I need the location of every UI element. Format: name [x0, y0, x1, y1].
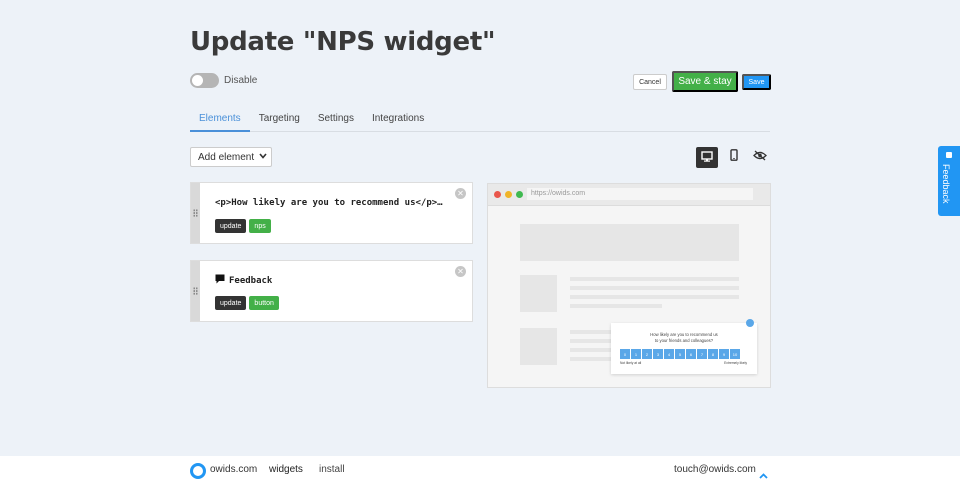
disable-toggle-row: Disable — [190, 73, 257, 88]
element-tags: update button — [215, 296, 282, 310]
disable-toggle[interactable] — [190, 73, 219, 88]
placeholder-line — [570, 286, 739, 290]
nps-score: 5 — [675, 349, 685, 359]
nps-score: 7 — [697, 349, 707, 359]
tag-update: update — [215, 296, 247, 310]
add-element-dropdown[interactable]: Add element — [190, 147, 272, 167]
placeholder-banner — [520, 224, 739, 261]
window-minimize-dot — [505, 191, 512, 198]
tab-elements[interactable]: Elements — [190, 108, 250, 132]
tag-update: update — [215, 219, 247, 233]
nps-score: 1 — [631, 349, 641, 359]
element-title-row: Feedback — [215, 274, 272, 287]
tab-bar: Elements Targeting Settings Integrations — [190, 108, 770, 132]
website-preview: https://owids.com How likely are you to … — [487, 183, 771, 388]
mobile-icon — [730, 148, 738, 166]
window-maximize-dot — [516, 191, 523, 198]
tab-settings[interactable]: Settings — [309, 108, 363, 132]
close-icon[interactable]: ✕ — [455, 188, 466, 199]
tab-targeting[interactable]: Targeting — [250, 108, 309, 132]
placeholder-image — [520, 328, 557, 365]
placeholder-line — [570, 277, 739, 281]
placeholder-line — [570, 339, 615, 343]
tag-type: button — [249, 296, 279, 310]
nps-scale: 0 1 2 3 4 5 6 7 8 9 10 — [620, 349, 741, 359]
close-icon[interactable]: ✕ — [455, 266, 466, 277]
nps-left-label: Not likely at all — [620, 361, 642, 365]
placeholder-image — [520, 275, 557, 312]
nps-score: 0 — [620, 349, 630, 359]
nps-score: 8 — [708, 349, 718, 359]
nps-score: 6 — [686, 349, 696, 359]
mobile-view-button[interactable] — [725, 148, 743, 166]
element-title: Feedback — [229, 276, 273, 286]
grip-icon — [193, 287, 198, 295]
chevron-up-icon[interactable] — [759, 466, 768, 484]
message-icon — [215, 274, 225, 287]
nps-question-line: to your friends and colleagues? — [654, 338, 714, 343]
nps-widget-preview: How likely are you to recommend us to yo… — [611, 319, 757, 374]
element-tags: update nps — [215, 219, 274, 233]
eye-off-icon — [753, 148, 767, 166]
grip-icon — [193, 209, 198, 217]
desktop-icon — [701, 149, 713, 167]
toggle-knob — [192, 75, 203, 86]
footer-brand[interactable]: owids.com — [210, 464, 257, 475]
chevron-down-icon — [259, 153, 267, 161]
window-close-dot — [494, 191, 501, 198]
placeholder-line — [570, 348, 615, 352]
desktop-view-button[interactable] — [696, 147, 718, 168]
hide-preview-button[interactable] — [751, 148, 769, 166]
tab-integrations[interactable]: Integrations — [363, 108, 433, 132]
element-card-feedback[interactable]: ✕ Feedback update button — [190, 260, 473, 322]
element-card-nps[interactable]: ✕ <p>How likely are you to recommend us<… — [190, 182, 473, 244]
placeholder-line — [570, 357, 615, 361]
page-title: Update "NPS widget" — [190, 27, 496, 57]
add-element-label: Add element — [198, 151, 255, 163]
tag-type: nps — [249, 219, 271, 233]
close-icon — [746, 319, 754, 327]
nps-score: 10 — [730, 349, 740, 359]
nps-question: How likely are you to recommend us to yo… — [611, 332, 757, 344]
browser-bar: https://owids.com — [488, 184, 770, 206]
feedback-tab[interactable]: Feedback — [938, 146, 960, 216]
drag-handle[interactable] — [191, 261, 200, 321]
footer-link-install[interactable]: install — [319, 464, 345, 475]
footer-link-widgets[interactable]: widgets — [269, 464, 303, 475]
placeholder-line — [570, 295, 739, 299]
nps-score: 3 — [653, 349, 663, 359]
nps-score: 4 — [664, 349, 674, 359]
save-button[interactable]: Save — [742, 74, 771, 90]
nps-score: 9 — [719, 349, 729, 359]
feedback-tab-label: Feedback — [941, 164, 951, 204]
drag-handle[interactable] — [191, 183, 200, 243]
placeholder-line — [570, 304, 662, 308]
placeholder-line — [570, 330, 615, 334]
nps-score: 2 — [642, 349, 652, 359]
nps-right-label: Extremely likely — [724, 361, 747, 365]
footer: owids.com widgets install touch@owids.co… — [0, 456, 960, 487]
url-bar: https://owids.com — [527, 188, 753, 200]
toggle-label: Disable — [224, 75, 258, 86]
feedback-icon — [946, 152, 952, 158]
footer-email[interactable]: touch@owids.com — [674, 464, 756, 475]
owids-logo-icon[interactable] — [190, 463, 206, 479]
element-title: <p>How likely are you to recommend us</p… — [215, 198, 443, 208]
save-and-stay-button[interactable]: Save & stay — [672, 71, 738, 92]
cancel-button[interactable]: Cancel — [633, 74, 667, 90]
